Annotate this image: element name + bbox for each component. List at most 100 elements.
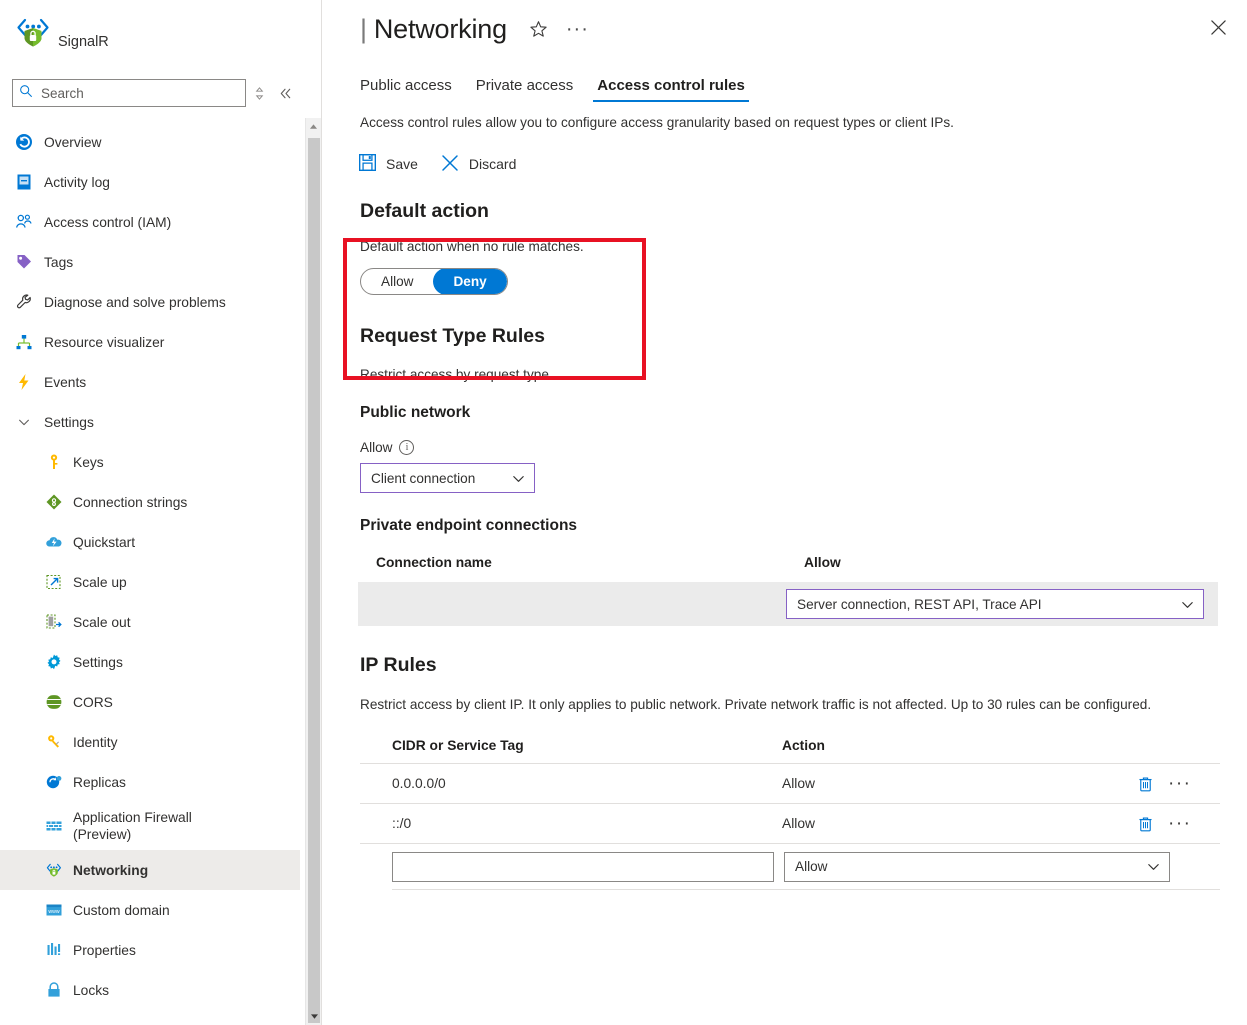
lock-icon	[44, 981, 63, 1000]
info-icon[interactable]: i	[399, 440, 414, 455]
sidebar-item-properties[interactable]: Properties	[0, 930, 300, 970]
scroll-down-button[interactable]	[306, 1008, 322, 1025]
chevron-down-icon	[14, 413, 33, 432]
sidebar-item-overview[interactable]: Overview	[0, 122, 300, 162]
table-row: Server connection, REST API, Trace API	[358, 582, 1218, 626]
sidebar-group-settings[interactable]: Settings	[0, 402, 300, 442]
activity-log-icon	[14, 173, 33, 192]
title-pipe: |	[360, 14, 367, 45]
new-action-dropdown[interactable]: Allow	[784, 852, 1170, 882]
scale-out-icon	[44, 613, 63, 632]
resource-name: SignalR	[58, 34, 109, 50]
sidebar-item-label: Resource visualizer	[44, 335, 164, 350]
search-box[interactable]	[12, 79, 246, 107]
sidebar-item-scale-up[interactable]: Scale up	[0, 562, 300, 602]
chevron-down-icon	[1180, 597, 1195, 612]
sidebar-item-events[interactable]: Events	[0, 362, 300, 402]
ip-rules-section: IP Rules Restrict access by client IP. I…	[322, 654, 1247, 716]
tab-private-access[interactable]: Private access	[464, 77, 586, 102]
trash-icon[interactable]	[1137, 775, 1154, 792]
sidebar-item-label: Scale up	[73, 575, 127, 590]
star-outline-icon[interactable]	[529, 20, 548, 39]
default-action-section: Default action Default action when no ru…	[322, 200, 1247, 295]
sidebar-item-label: Custom domain	[73, 903, 170, 918]
sidebar-item-replicas[interactable]: Replicas	[0, 762, 300, 802]
column-header-action: Action	[782, 738, 825, 753]
connection-strings-icon	[44, 493, 63, 512]
sidebar-item-networking[interactable]: Networking	[0, 850, 300, 890]
sidebar-item-label: CORS	[73, 695, 113, 710]
cell-cidr: ::/0	[392, 816, 782, 831]
default-action-option-allow[interactable]: Allow	[361, 268, 433, 295]
new-cidr-input[interactable]	[392, 852, 774, 882]
sidebar-item-cors[interactable]: CORS	[0, 682, 300, 722]
search-input[interactable]	[39, 85, 229, 102]
sidebar-item-identity[interactable]: Identity	[0, 722, 300, 762]
sidebar-item-tags[interactable]: Tags	[0, 242, 300, 282]
sidebar-item-label: Locks	[73, 983, 109, 998]
public-network-allow-value: Client connection	[371, 471, 475, 486]
search-icon	[19, 84, 33, 103]
collapse-sidebar-button[interactable]	[272, 80, 298, 106]
sidebar-item-label: Overview	[44, 135, 102, 150]
sidebar-item-settings[interactable]: Settings	[0, 642, 300, 682]
sidebar-item-scale-out[interactable]: Scale out	[0, 602, 300, 642]
public-network-allow-label: Allow	[360, 440, 392, 455]
sidebar-item-activity-log[interactable]: Activity log	[0, 162, 300, 202]
discard-x-icon	[440, 153, 460, 176]
sidebar-item-quickstart[interactable]: Quickstart	[0, 522, 300, 562]
sidebar-scrollbar[interactable]	[305, 118, 321, 1025]
command-bar: Save Discard	[322, 150, 1247, 178]
sidebar-item-access-control[interactable]: Access control (IAM)	[0, 202, 300, 242]
default-action-toggle[interactable]: Allow Deny	[360, 268, 508, 295]
column-header-allow: Allow	[804, 555, 841, 570]
sidebar-item-locks[interactable]: Locks	[0, 970, 300, 1010]
public-network-heading: Public network	[360, 404, 1247, 422]
save-button[interactable]: Save	[358, 153, 418, 175]
cors-globe-icon	[44, 693, 63, 712]
table-header-row: CIDR or Service Tag Action	[360, 738, 1220, 763]
lightning-bolt-icon	[14, 373, 33, 392]
public-network-allow-dropdown[interactable]: Client connection	[360, 463, 535, 493]
tab-public-access[interactable]: Public access	[360, 77, 464, 102]
quickstart-cloud-icon	[44, 533, 63, 552]
discard-label: Discard	[469, 156, 516, 172]
private-endpoint-allow-dropdown[interactable]: Server connection, REST API, Trace API	[786, 589, 1204, 619]
sidebar-item-label: Diagnose and solve problems	[44, 295, 226, 310]
sidebar-item-diagnose[interactable]: Diagnose and solve problems	[0, 282, 300, 322]
sidebar-item-label: Settings	[44, 415, 94, 430]
sidebar-item-resource-visualizer[interactable]: Resource visualizer	[0, 322, 300, 362]
sort-toggle-button[interactable]	[246, 80, 272, 106]
resource-visualizer-icon	[14, 333, 33, 352]
chevron-down-icon	[511, 471, 526, 486]
scroll-up-button[interactable]	[306, 118, 321, 135]
sidebar-item-custom-domain[interactable]: www Custom domain	[0, 890, 300, 930]
sidebar-item-label: Keys	[73, 455, 104, 470]
sidebar-item-label: Access control (IAM)	[44, 215, 171, 230]
sidebar-item-application-firewall[interactable]: Application Firewall (Preview)	[0, 802, 300, 850]
sidebar-item-keys[interactable]: Keys	[0, 442, 300, 482]
tab-bar: Public access Private access Access cont…	[322, 58, 1247, 102]
scrollbar-thumb[interactable]	[308, 138, 320, 1023]
close-icon[interactable]	[1201, 10, 1235, 44]
default-action-option-deny[interactable]: Deny	[433, 268, 506, 295]
sidebar-item-connection-strings[interactable]: Connection strings	[0, 482, 300, 522]
tab-access-control-rules[interactable]: Access control rules	[585, 77, 757, 102]
request-type-rules-description: Restrict access by request type.	[360, 367, 1247, 382]
trash-icon[interactable]	[1137, 815, 1154, 832]
default-action-heading: Default action	[360, 200, 1247, 223]
networking-icon	[44, 861, 63, 880]
discard-button[interactable]: Discard	[440, 153, 516, 176]
ellipsis-icon[interactable]: ···	[566, 25, 589, 33]
default-action-description: Default action when no rule matches.	[360, 239, 1247, 254]
request-type-rules-section: Request Type Rules Restrict access by re…	[322, 325, 1247, 535]
sidebar-item-label: Networking	[73, 863, 148, 878]
request-type-rules-heading: Request Type Rules	[360, 325, 1247, 348]
row-more-ellipsis-icon[interactable]: ···	[1168, 821, 1191, 827]
sidebar-item-label: Quickstart	[73, 535, 135, 550]
sidebar-item-label: Activity log	[44, 175, 110, 190]
ip-rules-new-row: Allow	[360, 843, 1220, 889]
gear-icon	[44, 653, 63, 672]
row-more-ellipsis-icon[interactable]: ···	[1168, 781, 1191, 787]
save-floppy-icon	[358, 153, 377, 175]
